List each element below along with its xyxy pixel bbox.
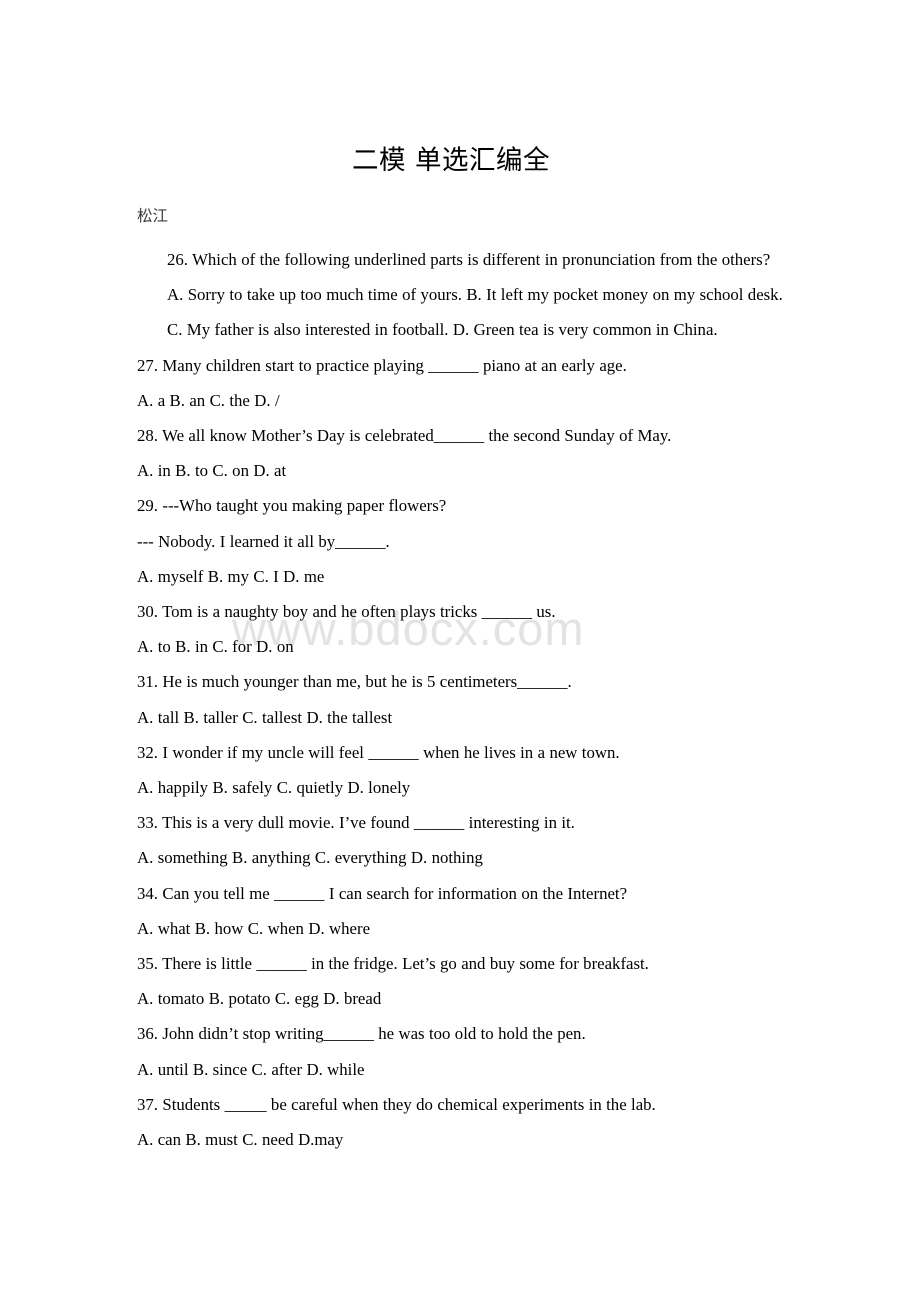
question-stem-29-line2: --- Nobody. I learned it all by______. bbox=[137, 531, 390, 551]
page-title: 二模 单选汇编全 bbox=[352, 145, 550, 176]
question-stem-29: 29. ---Who taught you making paper flowe… bbox=[137, 496, 447, 516]
question-list: 26. Which of the following underlined pa… bbox=[137, 242, 795, 1157]
question-options-26-line1: A. Sorry to take up too much time of you… bbox=[167, 285, 783, 305]
question-stem-33: 33. This is a very dull movie. I’ve foun… bbox=[137, 813, 575, 833]
question-options-33: A. something B. anything C. everything D… bbox=[137, 848, 483, 868]
question-stem-32: 32. I wonder if my uncle will feel _____… bbox=[137, 742, 620, 762]
question-options-31: A. tall B. taller C. tallest D. the tall… bbox=[137, 707, 393, 727]
question-stem-30: 30. Tom is a naughty boy and he often pl… bbox=[137, 602, 556, 622]
question-options-28: A. in B. to C. on D. at bbox=[137, 461, 287, 481]
document-subtitle: 松江 bbox=[137, 207, 169, 225]
question-options-29: A. myself B. my C. I D. me bbox=[137, 566, 325, 586]
question-stem-26: 26. Which of the following underlined pa… bbox=[167, 250, 771, 269]
question-options-30: A. to B. in C. for D. on bbox=[137, 637, 294, 657]
question-stem-36: 36. John didn’t stop writing______ he wa… bbox=[137, 1024, 586, 1044]
question-options-27: A. a B. an C. the D. / bbox=[137, 390, 280, 410]
question-options-32: A. happily B. safely C. quietly D. lonel… bbox=[137, 778, 411, 798]
document-page: www.bdocx.com 二模 单选汇编全 松江 26. Which of t… bbox=[0, 0, 920, 1302]
document-body: 二模 单选汇编全 松江 26. Which of the following u… bbox=[0, 0, 920, 1157]
question-stem-27: 27. Many children start to practice play… bbox=[137, 355, 627, 375]
question-options-34: A. what B. how C. when D. where bbox=[137, 918, 371, 938]
question-stem-31: 31. He is much younger than me, but he i… bbox=[137, 672, 572, 692]
question-stem-28: 28. We all know Mother’s Day is celebrat… bbox=[137, 426, 672, 446]
question-stem-34: 34. Can you tell me ______ I can search … bbox=[137, 883, 628, 903]
question-options-35: A. tomato B. potato C. egg D. bread bbox=[137, 989, 382, 1009]
question-options-36: A. until B. since C. after D. while bbox=[137, 1059, 365, 1079]
question-stem-37: 37. Students _____ be careful when they … bbox=[137, 1094, 656, 1114]
question-options-37: A. can B. must C. need D.may bbox=[137, 1130, 344, 1150]
question-options-26-line2: C. My father is also interested in footb… bbox=[167, 320, 718, 340]
question-stem-35: 35. There is little ______ in the fridge… bbox=[137, 954, 649, 974]
